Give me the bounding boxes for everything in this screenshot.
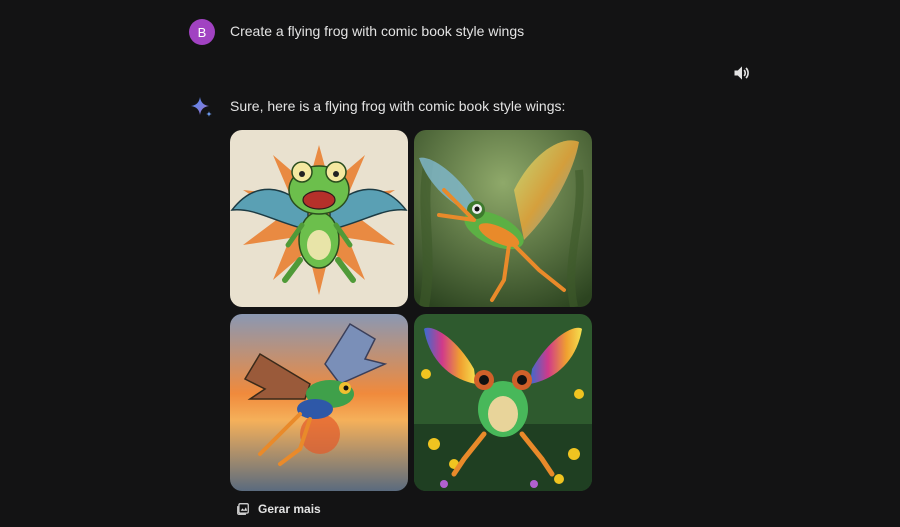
speaker-icon[interactable] (732, 63, 752, 83)
images-icon (237, 503, 249, 515)
flower-frog-image[interactable] (414, 314, 592, 491)
response-text: Sure, here is a flying frog with comic b… (230, 98, 566, 114)
gemini-sparkle-icon (191, 97, 212, 117)
image-grid (230, 130, 592, 491)
generate-more-label: Gerar mais (258, 502, 321, 516)
comic-frog-image[interactable] (230, 130, 408, 307)
user-avatar: B (189, 19, 215, 45)
generate-more-button[interactable]: Gerar mais (236, 502, 321, 516)
user-prompt-text: Create a flying frog with comic book sty… (230, 23, 525, 39)
sunset-frog-image[interactable] (230, 314, 408, 491)
forest-frog-image[interactable] (414, 130, 592, 307)
